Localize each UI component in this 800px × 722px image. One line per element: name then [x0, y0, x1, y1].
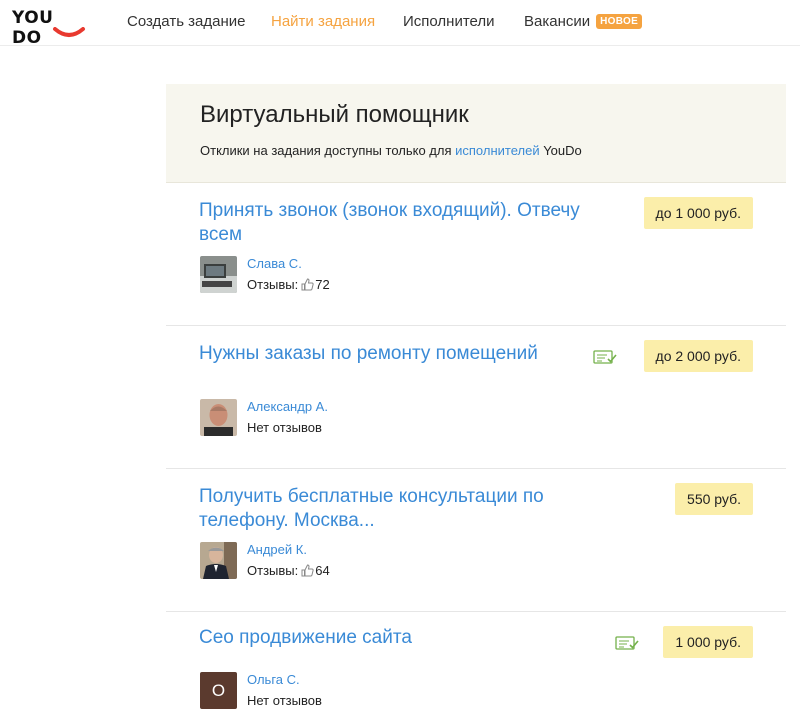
nav-vacancies[interactable]: Вакансии НОВОЕ [524, 13, 643, 30]
author-name[interactable]: Ольга С. [247, 672, 300, 687]
task-title[interactable]: Принять звонок (звонок входящий). Отвечу… [199, 199, 589, 247]
nav-create-task[interactable]: Создать задание [127, 13, 246, 30]
avatar[interactable]: О [200, 672, 237, 709]
notice-text-before: Отклики на задания доступны только для [200, 143, 456, 158]
nav-performers[interactable]: Исполнители [403, 13, 495, 30]
task-list-card: Виртуальный помощник Отклики на задания … [166, 84, 786, 709]
task-title[interactable]: Получить бесплатные консультации по теле… [199, 485, 619, 533]
logo-smile-icon [53, 27, 85, 37]
price-tag: 550 руб. [675, 483, 753, 515]
author-name[interactable]: Андрей К. [247, 542, 307, 557]
task-title[interactable]: Нужны заказы по ремонту помещений [199, 342, 559, 366]
reviews-label: Нет отзывов [247, 420, 322, 435]
new-badge: НОВОЕ [596, 14, 643, 29]
category-title: Виртуальный помощник [200, 101, 469, 128]
responses-notice: Отклики на задания доступны только для и… [200, 143, 752, 158]
author-reviews: Нет отзывов [247, 420, 322, 435]
reviews-label: Нет отзывов [247, 693, 322, 708]
nav-find-tasks[interactable]: Найти задания [271, 13, 375, 30]
thumbs-up-icon [301, 278, 314, 291]
notice-text-after: YouDo [539, 143, 582, 158]
price-tag: до 1 000 руб. [643, 197, 753, 229]
avatar[interactable] [200, 256, 237, 293]
author-reviews: Нет отзывов [247, 693, 322, 708]
author-name[interactable]: Александр А. [247, 399, 328, 414]
reviews-label: Отзывы: [247, 563, 299, 578]
author-reviews: Отзывы: 64 [247, 563, 330, 578]
category-header: Виртуальный помощник Отклики на задания … [166, 84, 786, 183]
price-tag: до 2 000 руб. [643, 340, 753, 372]
thumbs-up-icon [301, 564, 314, 577]
author-name[interactable]: Слава С. [247, 256, 302, 271]
reviews-count: 64 [315, 563, 330, 578]
youdo-logo[interactable]: YOU DO [12, 8, 85, 48]
task-item[interactable]: Сео продвижение сайта 1 000 руб. О Ольга… [166, 612, 786, 722]
author-reviews: Отзывы: 72 [247, 277, 330, 292]
task-item[interactable]: Принять звонок (звонок входящий). Отвечу… [166, 183, 786, 326]
task-title[interactable]: Сео продвижение сайта [199, 626, 559, 650]
document-check-icon [593, 350, 617, 364]
price-tag: 1 000 руб. [663, 626, 753, 658]
document-check-icon [615, 636, 639, 650]
avatar[interactable] [200, 399, 237, 436]
top-navbar: YOU DO Создать задание Найти задания Исп… [0, 0, 800, 48]
performers-link[interactable]: исполнителей [455, 143, 539, 158]
task-item[interactable]: Получить бесплатные консультации по теле… [166, 469, 786, 612]
reviews-count: 72 [315, 277, 330, 292]
reviews-label: Отзывы: [247, 277, 299, 292]
task-item[interactable]: Нужны заказы по ремонту помещений до 2 0… [166, 326, 786, 469]
avatar[interactable] [200, 542, 237, 579]
nav-vacancies-label: Вакансии [524, 13, 591, 30]
